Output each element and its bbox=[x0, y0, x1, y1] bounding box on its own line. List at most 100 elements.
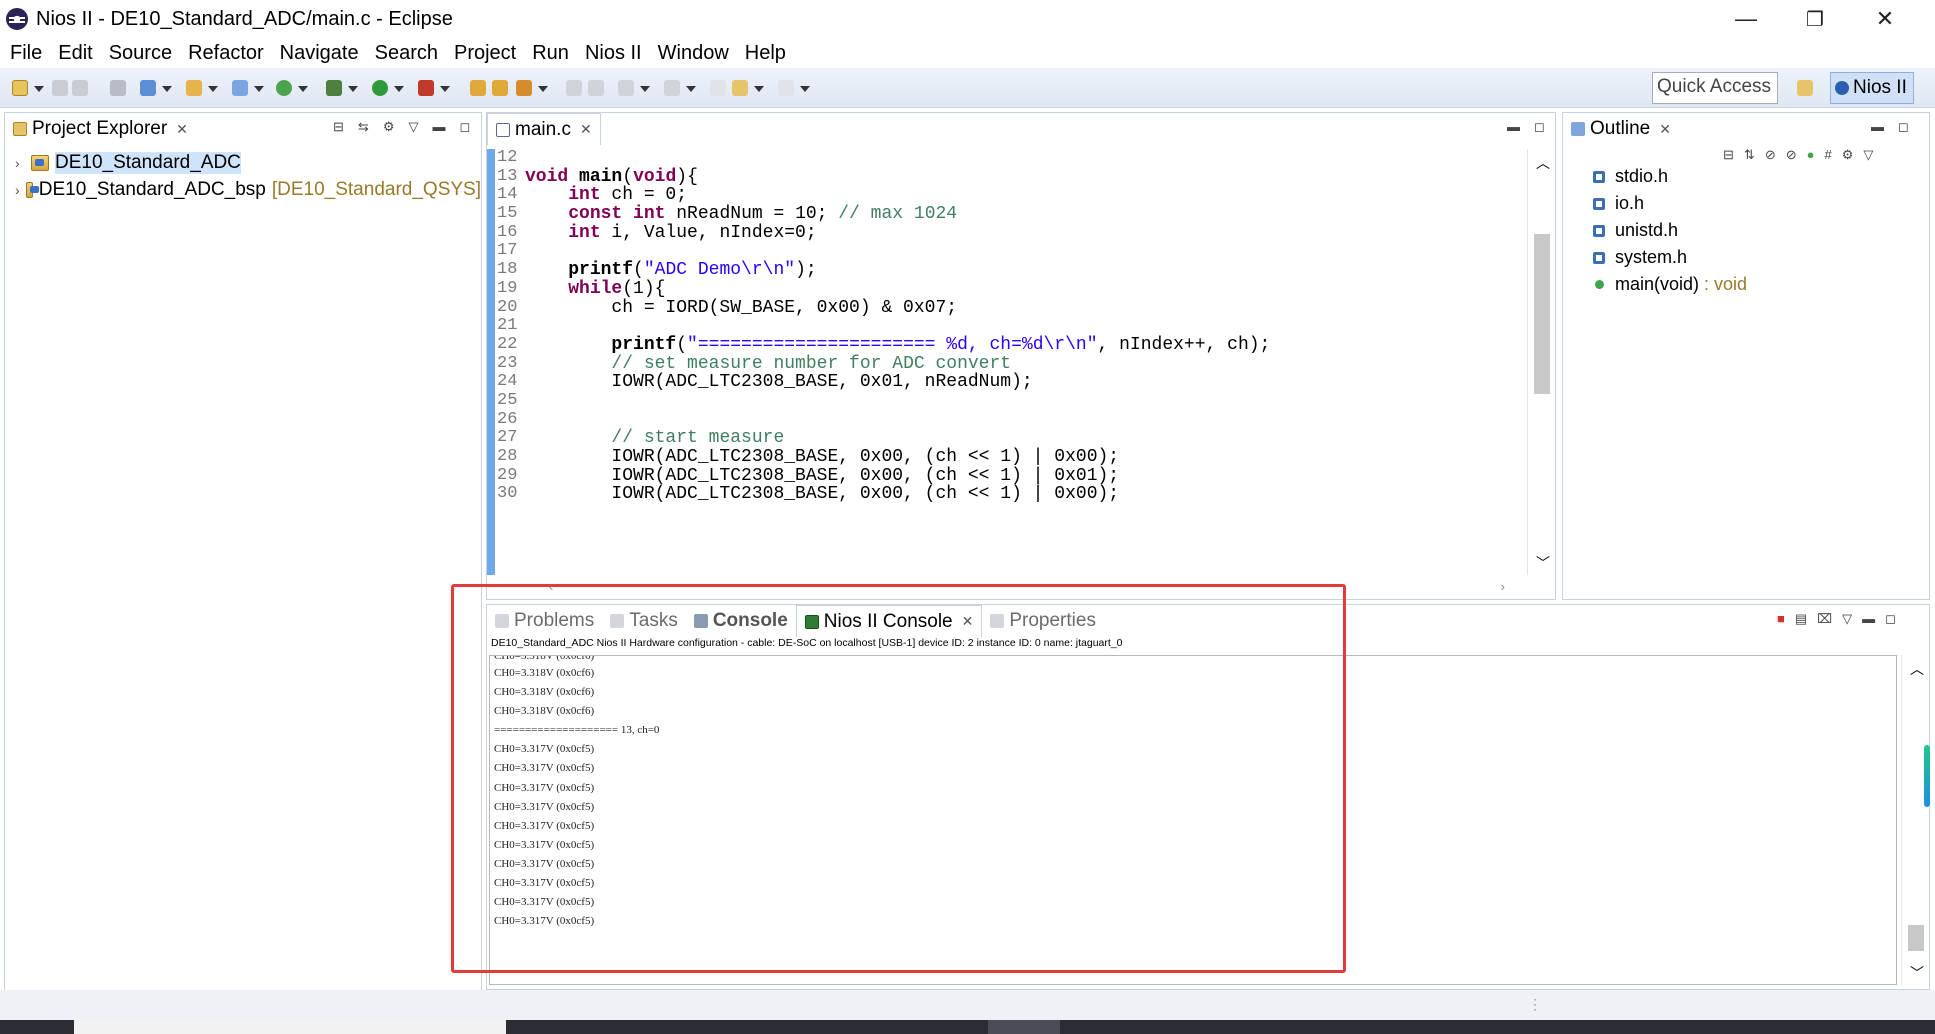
close-icon[interactable]: ✕ bbox=[580, 121, 592, 138]
tab-tasks[interactable]: Tasks bbox=[602, 605, 686, 637]
open-perspective-icon[interactable] bbox=[1797, 80, 1813, 96]
open-resource-icon[interactable] bbox=[492, 80, 508, 96]
collapse-all-icon[interactable]: ⊟ bbox=[333, 119, 344, 135]
clear-console-icon[interactable]: ⌧ bbox=[1817, 611, 1832, 627]
taskbar-window-item[interactable] bbox=[74, 1020, 506, 1034]
code-line[interactable]: 24 IOWR(ADC_LTC2308_BASE, 0x01, nReadNum… bbox=[495, 373, 1515, 392]
menu-help[interactable]: Help bbox=[737, 42, 794, 65]
tab-nios-ii-console[interactable]: Nios II Console ✕ bbox=[795, 605, 983, 637]
debug-dropdown-icon[interactable] bbox=[348, 86, 358, 92]
code-line[interactable]: 13 void main(void){ bbox=[495, 167, 1515, 187]
scroll-up-icon[interactable]: ︿ bbox=[1536, 153, 1550, 173]
collapse-all-icon[interactable]: ⊟ bbox=[1723, 147, 1734, 163]
editor-horizontal-scrollbar[interactable]: ‹ › bbox=[495, 579, 1515, 595]
code-line[interactable]: 18 printf("ADC Demo\r\n"); bbox=[495, 260, 1515, 280]
menu-window[interactable]: Window bbox=[650, 42, 737, 65]
code-line[interactable]: 15 const int nReadNum = 10; // max 1024 bbox=[495, 204, 1515, 224]
tab-main-c[interactable]: main.c ✕ bbox=[487, 113, 601, 145]
code-line[interactable]: 25 bbox=[495, 391, 1515, 411]
maximize-button[interactable]: ❐ bbox=[1787, 0, 1843, 38]
code-line[interactable]: 23 // set measure number for ADC convert bbox=[495, 354, 1515, 374]
back-dropdown-icon[interactable] bbox=[754, 86, 764, 92]
maximize-view-icon[interactable]: ◻ bbox=[1534, 119, 1545, 135]
scroll-up-icon[interactable]: ︿ bbox=[1910, 659, 1924, 679]
tree-item-project[interactable]: › DE10_Standard_ADC bbox=[5, 149, 481, 176]
code-line[interactable]: 20 ch = IORD(SW_BASE, 0x00) & 0x07; bbox=[495, 298, 1515, 318]
run-icon[interactable] bbox=[372, 80, 388, 96]
back-icon[interactable] bbox=[732, 80, 748, 96]
annotation-prev-icon[interactable] bbox=[588, 80, 604, 96]
close-button[interactable]: ✕ bbox=[1857, 0, 1913, 38]
tree-item-bsp[interactable]: › DE10_Standard_ADC_bsp [DE10_Standard_Q… bbox=[5, 176, 481, 203]
console-output[interactable]: CH0=3.318V (0x0cf6) CH0=3.318V (0x0cf6) C… bbox=[489, 655, 1897, 985]
display-selected-console-icon[interactable]: ▤ bbox=[1795, 611, 1807, 627]
console-vertical-scrollbar[interactable]: ︿ ﹀ bbox=[1901, 655, 1930, 985]
outline-item-unistd[interactable]: unistd.h bbox=[1593, 217, 1747, 244]
close-icon[interactable]: ✕ bbox=[176, 121, 188, 138]
save-icon[interactable] bbox=[52, 80, 68, 96]
last-edit-icon[interactable] bbox=[710, 80, 726, 96]
scrollbar-thumb[interactable] bbox=[1908, 925, 1924, 951]
menu-nios-ii[interactable]: Nios II bbox=[577, 42, 650, 65]
minimize-view-icon[interactable]: ▬ bbox=[1862, 611, 1875, 627]
menu-project[interactable]: Project bbox=[446, 42, 524, 65]
expand-arrow-icon[interactable]: › bbox=[15, 182, 20, 198]
editor-vertical-scrollbar[interactable]: ︿ ﹀ bbox=[1527, 149, 1555, 575]
external-tools-icon[interactable] bbox=[418, 80, 434, 96]
tab-problems[interactable]: Problems bbox=[487, 605, 602, 637]
code-line[interactable]: 12 bbox=[495, 149, 1515, 168]
menu-source[interactable]: Source bbox=[101, 42, 180, 65]
maximize-view-icon[interactable]: ◻ bbox=[1898, 119, 1909, 135]
menu-run[interactable]: Run bbox=[524, 42, 577, 65]
scroll-left-icon[interactable]: ‹ bbox=[549, 579, 553, 594]
new-class-dropdown-icon[interactable] bbox=[254, 86, 264, 92]
next-annotation-dropdown-icon[interactable] bbox=[640, 86, 650, 92]
expand-arrow-icon[interactable]: › bbox=[15, 155, 25, 171]
new-class-icon[interactable] bbox=[232, 80, 248, 96]
menu-navigate[interactable]: Navigate bbox=[272, 42, 367, 65]
minimize-view-icon[interactable]: ▬ bbox=[432, 119, 445, 135]
prev-annotation-icon[interactable] bbox=[664, 80, 680, 96]
taskbar-app-item[interactable] bbox=[988, 1020, 1060, 1034]
code-line[interactable]: 16 int i, Value, nIndex=0; bbox=[495, 223, 1515, 243]
outline-item-io[interactable]: io.h bbox=[1593, 190, 1747, 217]
scroll-down-icon[interactable]: ﹀ bbox=[1536, 553, 1550, 573]
forward-dropdown-icon[interactable] bbox=[800, 86, 810, 92]
code-line[interactable]: 28 IOWR(ADC_LTC2308_BASE, 0x00, (ch << 1… bbox=[495, 447, 1515, 467]
build-icon[interactable] bbox=[276, 80, 292, 96]
tab-properties[interactable]: Properties bbox=[982, 605, 1104, 637]
new-icon[interactable] bbox=[12, 80, 28, 96]
quick-access-input[interactable]: Quick Access bbox=[1652, 72, 1778, 104]
code-line[interactable]: 21 bbox=[495, 316, 1515, 336]
scroll-down-icon[interactable]: ﹀ bbox=[1910, 963, 1924, 983]
maximize-view-icon[interactable]: ◻ bbox=[1885, 611, 1896, 627]
code-line[interactable]: 29 IOWR(ADC_LTC2308_BASE, 0x00, (ch << 1… bbox=[495, 466, 1515, 486]
outline-item-main[interactable]: main(void) : void bbox=[1593, 271, 1747, 298]
menu-file[interactable]: File bbox=[2, 42, 50, 65]
build-dropdown-icon[interactable] bbox=[298, 86, 308, 92]
next-annotation-icon[interactable] bbox=[618, 80, 634, 96]
terminate-icon[interactable]: ■ bbox=[1777, 611, 1785, 627]
nios-ii-perspective-button[interactable]: Nios II bbox=[1830, 72, 1914, 104]
view-menu-icon[interactable]: ▽ bbox=[1842, 611, 1852, 627]
scrollbar-thumb[interactable] bbox=[1534, 234, 1550, 394]
forward-icon[interactable] bbox=[778, 80, 794, 96]
code-line[interactable]: 14 int ch = 0; bbox=[495, 186, 1515, 205]
search-icon[interactable] bbox=[516, 80, 532, 96]
close-icon[interactable]: ✕ bbox=[962, 613, 974, 630]
menu-search[interactable]: Search bbox=[367, 42, 446, 65]
focus-icon[interactable]: ⚙ bbox=[1842, 147, 1854, 163]
close-icon[interactable]: ✕ bbox=[1659, 121, 1671, 138]
hide-static-icon[interactable]: ⊘ bbox=[1786, 147, 1797, 163]
maximize-view-icon[interactable]: ◻ bbox=[459, 119, 470, 135]
view-menu-icon[interactable]: ▽ bbox=[1863, 147, 1873, 163]
search-dropdown-icon[interactable] bbox=[538, 86, 548, 92]
code-editor[interactable]: 12 13 void main(void){14 int ch = 0; 15 con… bbox=[495, 149, 1515, 575]
hide-nonpublic-icon[interactable]: ● bbox=[1807, 147, 1815, 163]
tab-console[interactable]: Console bbox=[686, 605, 796, 637]
new-project-icon[interactable] bbox=[140, 80, 156, 96]
code-line[interactable]: 17 bbox=[495, 242, 1515, 261]
code-line[interactable]: 30 IOWR(ADC_LTC2308_BASE, 0x00, (ch << 1… bbox=[495, 485, 1515, 504]
new-dropdown-icon[interactable] bbox=[34, 86, 44, 92]
tab-outline[interactable]: Outline ✕ bbox=[1563, 113, 1679, 145]
